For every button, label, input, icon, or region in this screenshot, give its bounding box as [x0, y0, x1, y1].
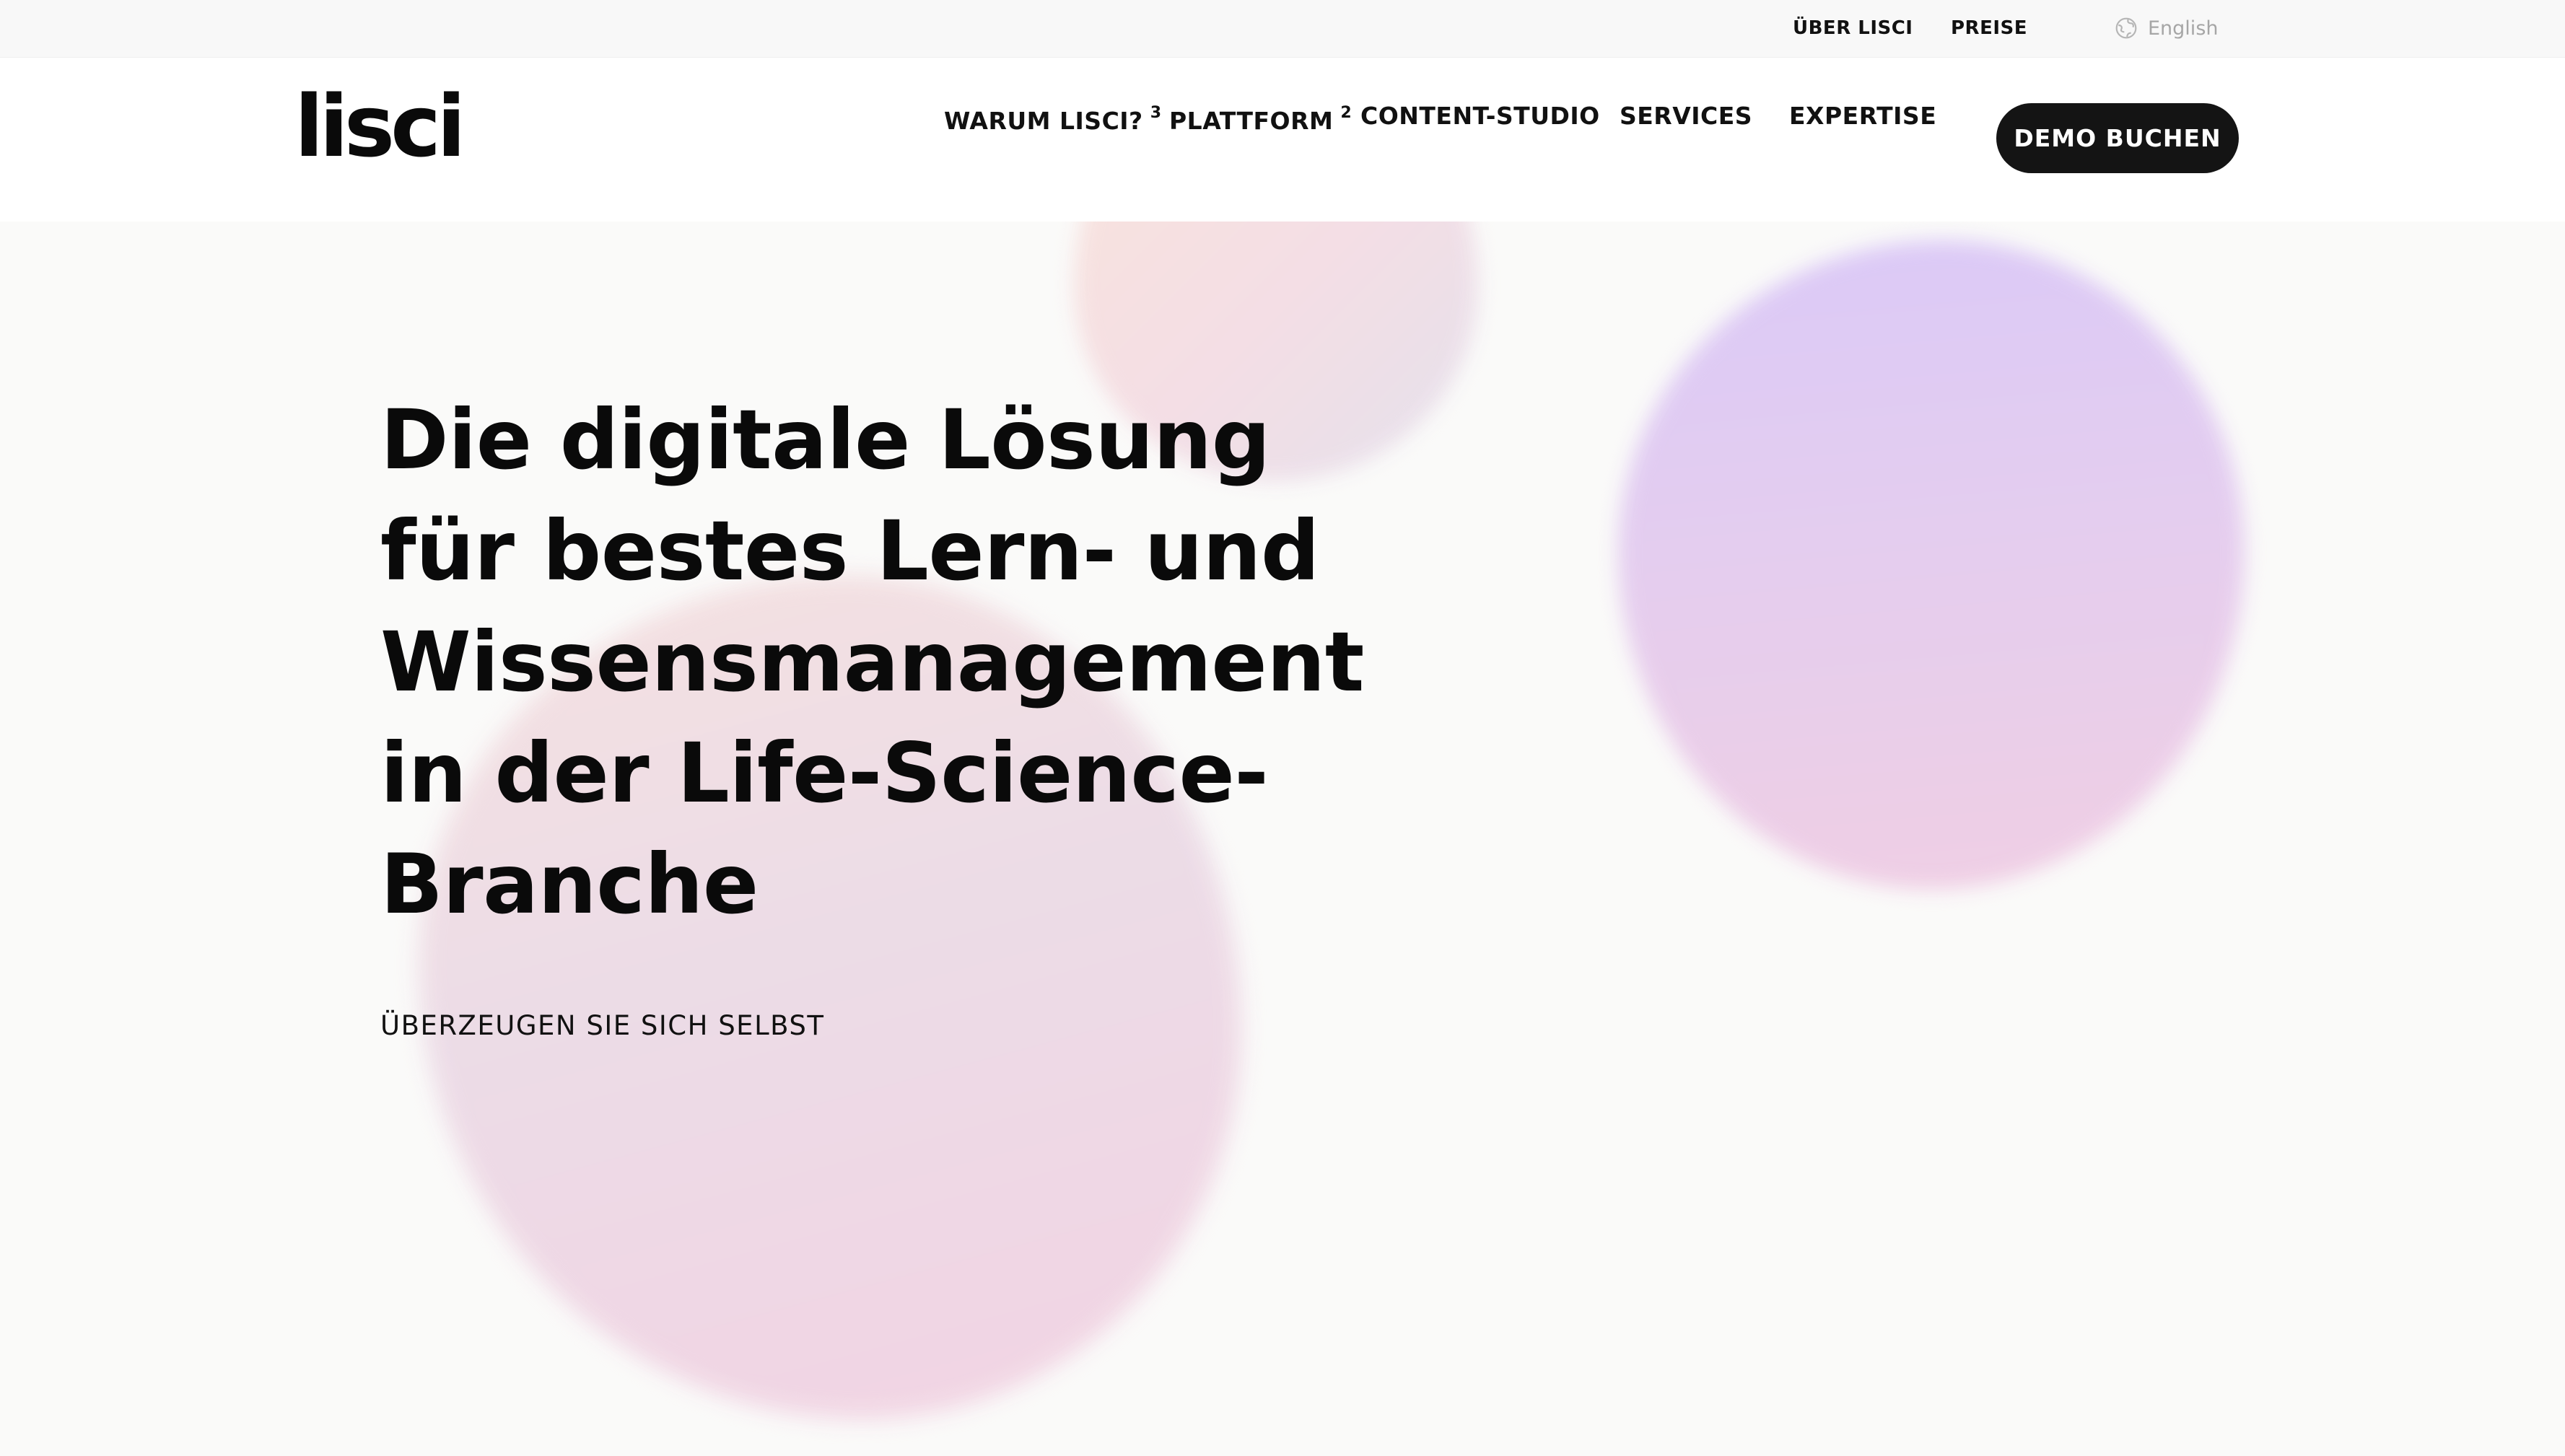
globe-icon — [2115, 17, 2137, 39]
nav-services[interactable]: SERVICES — [1620, 101, 1752, 131]
hero-section: Die digitale Lösung für bestes Lern- und… — [0, 222, 2565, 1456]
nav-expertise[interactable]: EXPERTISE — [1789, 101, 1936, 131]
lisci-logo[interactable]: lisci — [294, 72, 466, 180]
nav-plattform[interactable]: PLATTFORM 2 — [1169, 101, 1352, 136]
main-header: lisci WARUM LISCI? 3 PLATTFORM 2 CONTENT-S… — [0, 58, 2565, 222]
nav-badge-warum-lisci: 3 — [1150, 104, 1162, 122]
nav-badge-plattform: 2 — [1340, 104, 1353, 122]
decorative-blob-purple — [1618, 240, 2245, 890]
nav-label-plattform: PLATTFORM — [1169, 107, 1334, 135]
demo-booking-button[interactable]: DEMO BUCHEN — [1996, 103, 2239, 173]
hero-cta-link[interactable]: ÜBERZEUGEN SIE SICH SELBST — [380, 1010, 825, 1041]
language-switcher[interactable]: English — [2115, 14, 2219, 42]
nav-label-warum-lisci: WARUM LISCI? — [944, 107, 1143, 135]
about-link[interactable]: ÜBER LISCI — [1793, 16, 1913, 40]
nav-content-studio[interactable]: CONTENT-STUDIO — [1360, 101, 1600, 131]
hero-headline: Die digitale Lösung für bestes Lern- und… — [380, 392, 1364, 932]
top-utility-bar: ÜBER LISCI PREISE English — [0, 0, 2565, 58]
nav-warum-lisci[interactable]: WARUM LISCI? 3 — [944, 101, 1162, 136]
language-label: English — [2148, 17, 2219, 40]
pricing-link[interactable]: PREISE — [1951, 16, 2027, 40]
